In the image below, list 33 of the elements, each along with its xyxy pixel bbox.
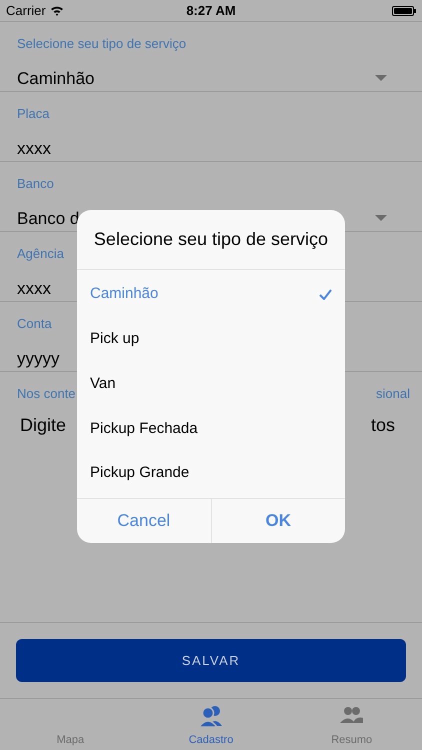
save-button[interactable]: SALVAR [16, 639, 406, 682]
field-label: Conta [17, 315, 52, 333]
option-item[interactable]: Pickup Fechada [77, 406, 345, 452]
field-value: Caminhão [17, 68, 94, 90]
dropdown-arrow-icon [375, 215, 387, 222]
field-label: Agência [17, 245, 64, 263]
wifi-icon [50, 5, 64, 16]
option-item[interactable]: Pick up [77, 316, 345, 362]
tab-bar-item[interactable]: Cadastro [140, 699, 282, 750]
field-value: xxxx [17, 138, 51, 160]
tab-bar-item[interactable]: Mapa [0, 699, 141, 750]
field-value: xxxx [17, 278, 51, 300]
people-icon [198, 704, 224, 728]
option-item[interactable]: Van [77, 362, 345, 406]
field-label: Nos conte [17, 385, 76, 403]
cancel-button[interactable]: Cancel [77, 498, 210, 543]
checkmark-icon [319, 288, 332, 300]
tab-bar-item[interactable]: Resumo [281, 699, 422, 750]
dropdown-arrow-icon [375, 75, 387, 82]
field-label: Selecione seu tipo de serviço [17, 35, 186, 53]
field-label: Banco [17, 175, 54, 193]
field-value: yyyyy [17, 348, 60, 370]
field-label: Placa [17, 105, 50, 123]
option-item[interactable]: Pickup Grande [77, 451, 345, 496]
battery-icon [392, 6, 416, 16]
carrier-name: Carrier [6, 2, 46, 20]
text-area-value: Digite [20, 414, 66, 437]
ok-button[interactable]: OK [210, 498, 345, 543]
text-area-value: tos [370, 414, 395, 436]
status-time: 8:27 AM [186, 2, 236, 20]
option-item[interactable]: Caminhão [77, 272, 345, 317]
dialog-title: Selecione seu tipo de serviço [77, 210, 345, 270]
field-label: sional [376, 385, 410, 403]
